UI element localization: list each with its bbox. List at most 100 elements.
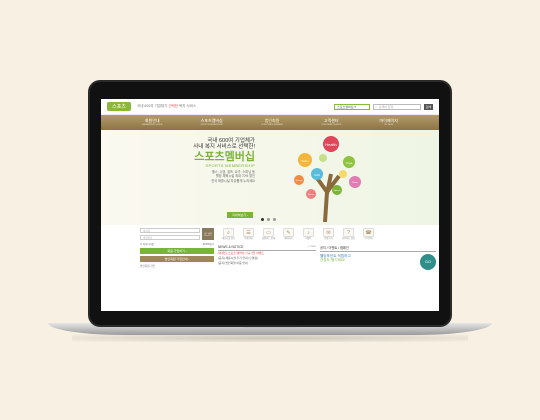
nav-sub: MEMBERSHIP GUIDE [142,123,163,126]
bubble-label-dance: Dance [308,194,315,196]
facility-search-icon: ⌕ [223,228,234,237]
bubble-yellow-1 [339,170,347,178]
nav-sub: SPORTS MEMBERSHIP [200,123,223,126]
campaign-text: 웰빙포인트 적립하고 건강도 챙기세요! [320,254,351,270]
find-account-link[interactable]: ID/PW찾기 [203,242,214,246]
bubble-label-swim: Swim [301,159,309,163]
news-more-link[interactable]: + more [308,245,316,249]
campaign-body[interactable]: 웰빙포인트 적립하고 건강도 챙기세요! GO [320,253,436,270]
nav-label: 고객센터 [323,117,339,123]
bubble-label-golf: Golf [314,173,320,177]
carousel-dot-2[interactable] [267,218,270,221]
search-button[interactable]: 검색 [424,103,433,110]
quick-event[interactable]: ♪ 이벤트 [301,228,316,241]
card-guide-icon: ▭ [263,228,274,237]
header-tagline: 국내 600여 기업체가 선택한 복지 서비스 [137,104,196,109]
campaign-panel: 공지 / 이벤트 / 캠페인 웰빙포인트 적립하고 건강도 챙기세요! GO [320,245,436,270]
nav-item-guide[interactable]: 회원안내 MEMBERSHIP GUIDE [142,117,163,127]
tagline-pre: 국내 600여 기업체가 [137,104,168,108]
nav-sub: CORPORATE MEMBER [261,123,283,126]
bubble-label-spinning: Spinning [296,180,303,182]
site-header: 스포츠 국내 600여 기업체가 선택한 복지 서비스 스포츠멤버십 ▾ ⌕ 검… [101,99,439,115]
save-id-label: 아이디저장 [142,243,154,246]
bubble-label-yoga: Yoga [346,161,353,165]
quick-menu: ⌕ 제휴시설 찾기 ☰ 이용안내 ▭ 회원카드 안내 ✎ 예약하기 ♪ 이벤트 ✉ 이용후기… [218,228,436,241]
nav-item-customer[interactable]: 고객센터 CUSTOMER CENTER [321,117,342,127]
bubble-label-squash: Squash [334,190,341,192]
faq-icon: ? [343,228,354,237]
tree-trunk [315,173,341,222]
nav-sub: CUSTOMER CENTER [321,123,342,126]
nav-label: 회원안내 [144,117,160,123]
login-options: ☐ 아이디저장 ID/PW찾기 [140,242,214,246]
quick-label: 회원카드 안내 [261,238,276,240]
quick-booking[interactable]: ✎ 예약하기 [281,228,296,241]
quick-label: 예약하기 [284,238,293,240]
news-panel: NEWS & NOTICE + more [이벤트] 스포츠 멤버십 신규가입 … [218,245,316,270]
bubble-label-health: Health [325,142,337,147]
hero-title: 스포츠멤버십 [194,151,255,163]
save-id-checkbox[interactable]: ☐ 아이디저장 [140,242,154,246]
join-button[interactable]: 회원 가입하기 › [140,248,214,254]
login-row: 아이디 비밀번호 로그인 [140,228,214,240]
info-panels: NEWS & NOTICE + more [이벤트] 스포츠 멤버십 신규가입 … [218,245,436,270]
service-select[interactable]: 스포츠멤버십 ▾ [334,103,370,110]
quick-facility-search[interactable]: ⌕ 제휴시설 찾기 [221,228,236,241]
laptop-shadow [72,334,468,342]
search-icon: ⌕ [376,104,378,109]
review-icon: ✉ [323,228,334,237]
quick-label: 1:1 문의 [364,238,373,240]
event-icon: ♪ [303,228,314,237]
news-title: NEWS & NOTICE [218,244,244,249]
tagline-highlight: 선택한 [168,104,178,108]
search-input[interactable]: ⌕ 검색어 입력 [373,103,421,110]
password-field[interactable]: 비밀번호 [140,235,200,240]
right-column: ⌕ 제휴시설 찾기 ☰ 이용안내 ▭ 회원카드 안내 ✎ 예약하기 ♪ 이벤트 ✉ 이용후기… [218,228,436,270]
hero-banner: 국내 600여 기업체가 사내 복지 서비스로 선택한! 스포츠멤버십 SPOR… [101,130,439,225]
hero-detail-button[interactable]: 자세히보기 › [227,212,253,218]
nav-label: 스포츠멤버십 [200,117,223,123]
tagline-post: 복지 서비스 [178,104,197,108]
hero-line2: 사내 복지 서비스로 선택한! [193,144,255,150]
quick-contact[interactable]: ☎ 1:1 문의 [361,228,376,241]
quick-label: 이용안내 [244,238,253,240]
tree-illustration: Health Swim Yoga Golf Spinning Pilates S… [294,136,361,222]
laptop-lid: 스포츠 국내 600여 기업체가 선택한 복지 서비스 스포츠멤버십 ▾ ⌕ 검… [88,80,452,327]
corp-join-button[interactable]: 법인회원 가입안내 › [140,256,214,262]
quick-label: 이벤트 [305,238,312,240]
login-fields: 아이디 비밀번호 [140,228,200,240]
hero-copy: 국내 600여 기업체가 사내 복지 서비스로 선택한! 스포츠멤버십 SPOR… [165,138,255,183]
nav-item-membership[interactable]: 스포츠멤버십 SPORTS MEMBERSHIP [200,117,223,127]
carousel-dots [261,218,276,221]
quick-faq[interactable]: ? 자주하는 질문 [341,228,356,241]
quick-label: 자주하는 질문 [341,238,356,240]
nav-item-mypage[interactable]: 마이페이지 MY PAGE [379,117,398,127]
carousel-dot-1[interactable] [261,218,264,221]
header-tools: 스포츠멤버십 ▾ ⌕ 검색어 입력 검색 [334,103,433,110]
usage-guide-icon: ☰ [243,228,254,237]
quick-review[interactable]: ✉ 이용후기 [321,228,336,241]
bubble-light-1 [319,154,327,162]
screen: 스포츠 국내 600여 기업체가 선택한 복지 서비스 스포츠멤버십 ▾ ⌕ 검… [101,99,439,311]
search-placeholder: 검색어 입력 [378,104,394,109]
nav-sub: MY PAGE [384,123,394,126]
quick-label: 제휴시설 찾기 [221,238,236,240]
nav-item-corporate[interactable]: 법인회원 CORPORATE MEMBER [261,117,283,127]
site-logo[interactable]: 스포츠 [107,102,131,111]
id-field[interactable]: 아이디 [140,228,200,233]
login-button[interactable]: 로그인 [202,228,214,240]
contact-icon: ☎ [363,228,374,237]
scene: 스포츠 국내 600여 기업체가 선택한 복지 서비스 스포츠멤버십 ▾ ⌕ 검… [0,0,540,420]
booking-icon: ✎ [283,228,294,237]
bubble-label-pilates: Pilates [352,181,359,184]
quick-usage-guide[interactable]: ☰ 이용안내 [241,228,256,241]
quick-card-guide[interactable]: ▭ 회원카드 안내 [261,228,276,241]
nav-label: 법인회원 [264,117,280,123]
campaign-title: 공지 / 이벤트 / 캠페인 [320,245,436,252]
hero-title-eng: SPORTS MEMBERSHIP [205,163,255,168]
campaign-line2: 건강도 챙기세요! [320,258,346,263]
campaign-badge: GO [420,253,436,270]
news-item[interactable]: [공지] 법인회원 이용 안내 [218,261,316,266]
nav-label: 마이페이지 [379,117,398,123]
carousel-dot-3[interactable] [273,218,276,221]
